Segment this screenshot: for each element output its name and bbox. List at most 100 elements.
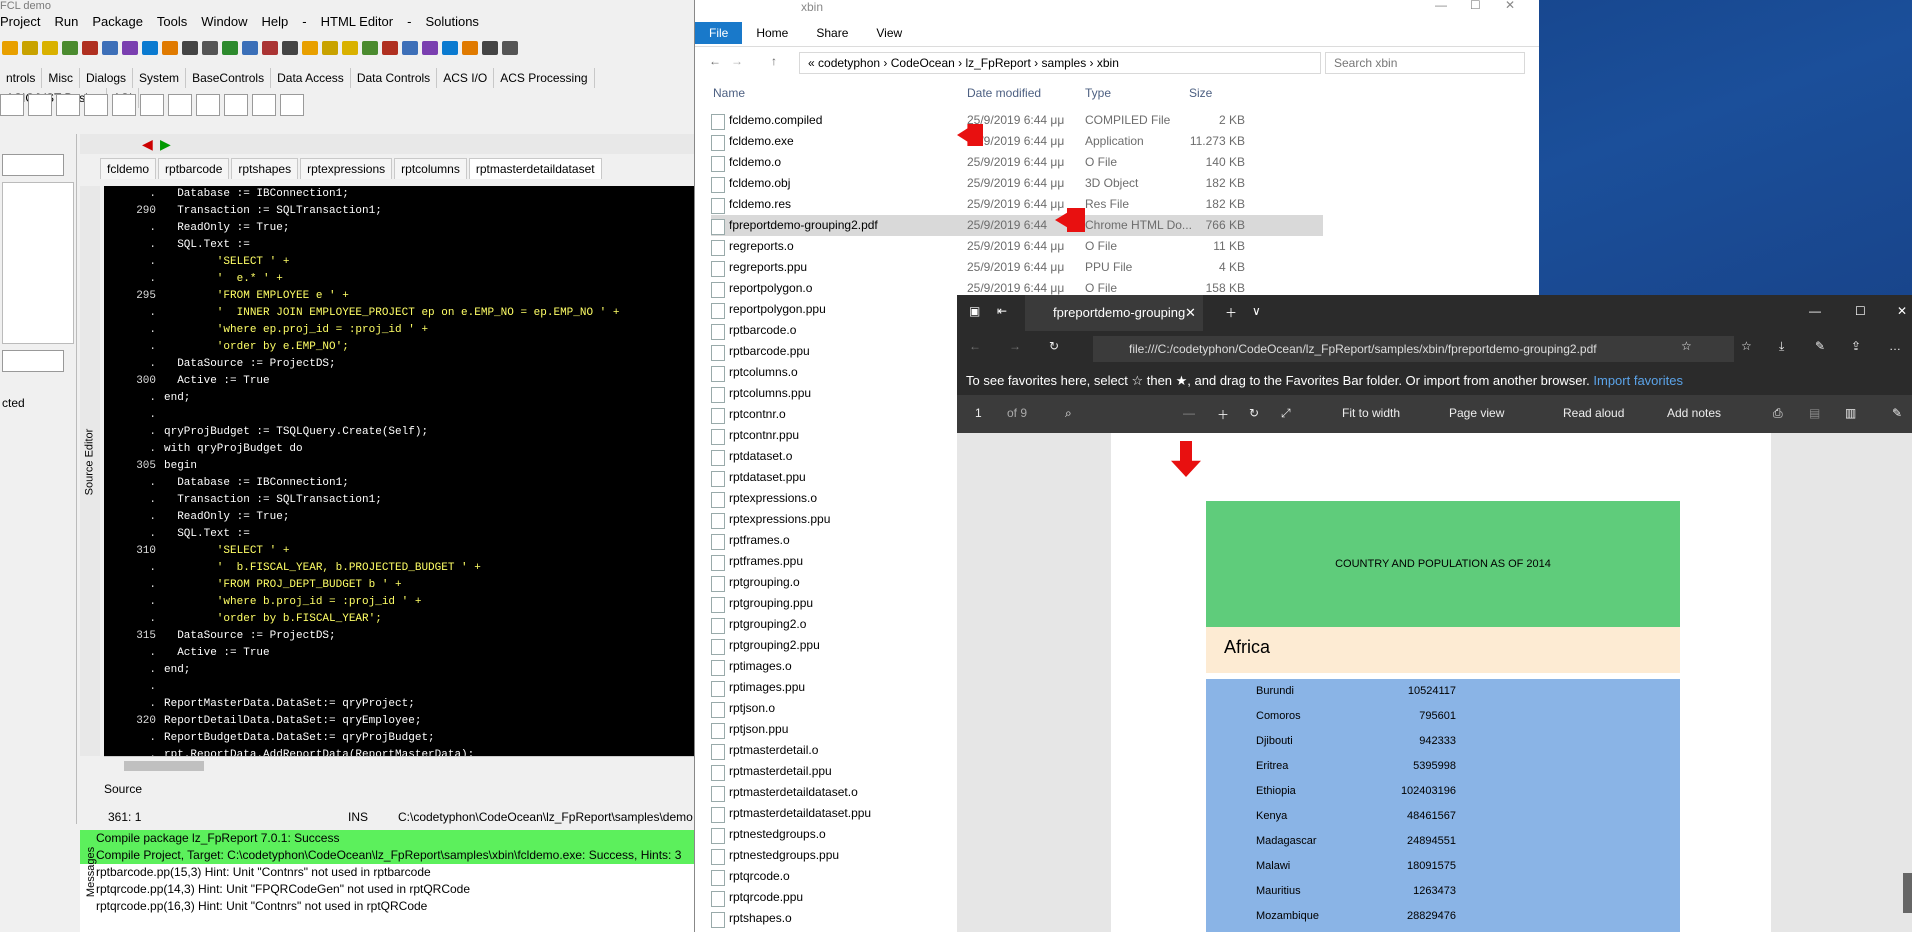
toolbar-icon[interactable] — [442, 41, 458, 55]
checkbox-component-icon[interactable] — [28, 94, 52, 116]
notes-pen-icon[interactable]: ✎ — [1815, 339, 1825, 353]
toolbar-icon[interactable] — [242, 41, 258, 55]
edge-maximize-icon[interactable]: ☐ — [1855, 304, 1866, 318]
menu-item[interactable]: Help — [262, 14, 289, 29]
edge-close-icon[interactable]: ✕ — [1897, 304, 1907, 318]
col-size[interactable]: Size — [1189, 86, 1212, 100]
toolbar-icon[interactable] — [142, 41, 158, 55]
pen-icon[interactable]: ✎ — [1892, 406, 1902, 420]
forward-arrow-icon[interactable]: ▶ — [160, 136, 171, 153]
memo-component-icon[interactable] — [140, 94, 164, 116]
toolbar-icon[interactable] — [502, 41, 518, 55]
source-editor-side-tab[interactable]: Source Editor — [80, 186, 100, 756]
list-component-icon[interactable] — [168, 94, 192, 116]
menu-item[interactable]: Solutions — [425, 14, 478, 29]
path-segment[interactable]: CodeOcean — [891, 56, 955, 70]
property-filter-input[interactable] — [2, 350, 64, 372]
url-bar[interactable]: file:///C:/codetyphon/CodeOcean/lz_FpRep… — [1093, 336, 1734, 362]
rotate-icon[interactable]: ↻ — [1249, 406, 1259, 420]
editor-tab[interactable]: fcldemo — [100, 158, 157, 179]
inspector-tab-label[interactable]: cted — [2, 396, 25, 410]
file-row[interactable]: fcldemo.obj 25/9/2019 6:44 μμ 3D Object 182… — [711, 173, 1323, 194]
col-type[interactable]: Type — [1085, 86, 1111, 100]
code-editor[interactable]: . 290.... 295.... 300.... 305.... 310.... 315.… — [104, 186, 694, 756]
toolbar-icon[interactable] — [182, 41, 198, 55]
message-line[interactable]: Compile package lz_FpReport 7.0.1: Succe… — [80, 830, 694, 847]
close-icon[interactable]: ✕ — [1505, 0, 1515, 12]
toolbar-icon[interactable] — [462, 41, 478, 55]
toolbar-icon[interactable] — [362, 41, 378, 55]
menu-item[interactable]: - — [407, 14, 411, 29]
col-date[interactable]: Date modified — [967, 86, 1041, 100]
file-row[interactable]: fcldemo.res 25/9/2019 6:44 μμ Res File 182 … — [711, 194, 1323, 215]
button-component-icon[interactable] — [0, 94, 24, 116]
toolbar-icon[interactable] — [82, 41, 98, 55]
listbox-component-icon[interactable] — [84, 94, 108, 116]
pdf-scrollbar-thumb[interactable] — [1903, 873, 1912, 913]
zoom-out-icon[interactable]: — — [1183, 406, 1195, 420]
palette-tab[interactable]: ACS Processing — [494, 68, 595, 88]
menu-item[interactable]: - — [302, 14, 306, 29]
new-tab-icon[interactable]: ＋ — [1225, 304, 1237, 321]
ribbon-tab[interactable]: File — [695, 22, 743, 44]
ribbon-tab[interactable]: Home — [742, 22, 802, 44]
editor-tab[interactable]: rptcolumns — [394, 158, 467, 179]
menu-item[interactable]: Project — [0, 14, 40, 29]
download-icon[interactable]: ⤓ — [1779, 339, 1784, 354]
col-name[interactable]: Name — [713, 86, 745, 100]
menu-item[interactable]: Package — [92, 14, 143, 29]
ribbon-tab[interactable]: View — [862, 22, 916, 44]
address-bar[interactable]: « codetyphon › CodeOcean › lz_FpReport ›… — [799, 52, 1321, 74]
read-aloud-button[interactable]: Read aloud — [1563, 406, 1624, 420]
message-line[interactable]: rptbarcode.pp(15,3) Hint: Unit "Contnrs"… — [80, 864, 694, 881]
editor-tab[interactable]: rptexpressions — [300, 158, 393, 179]
print-icon[interactable]: ⎙ — [1773, 406, 1783, 421]
favorite-star-icon[interactable]: ☆ — [1681, 339, 1692, 353]
palette-tab[interactable]: Misc — [42, 68, 81, 88]
forward-icon[interactable]: → — [731, 54, 743, 68]
toolbar-icon[interactable] — [102, 41, 118, 55]
toolbar-icon[interactable] — [482, 41, 498, 55]
component-tree[interactable] — [2, 182, 74, 344]
ribbon-tab[interactable]: Share — [802, 22, 862, 44]
file-row[interactable]: fcldemo.exe 25/9/2019 6:44 μμ Application 1… — [711, 131, 1323, 152]
message-line[interactable]: rptqrcode.pp(16,3) Hint: Unit "Contnrs" … — [80, 898, 694, 915]
palette-tab[interactable]: ACS I/O — [437, 68, 495, 88]
message-line[interactable]: rptqrcode.pp(14,3) Hint: Unit "FPQRCodeG… — [80, 881, 694, 898]
toolbar-icon[interactable] — [302, 41, 318, 55]
pdf-viewer[interactable]: COUNTRY AND POPULATION AS OF 2014 Africa… — [957, 433, 1912, 932]
dialog-component-icon[interactable] — [280, 94, 304, 116]
source-tab[interactable]: Source — [104, 782, 694, 802]
toolbar-icon[interactable] — [162, 41, 178, 55]
inspector-filter-input[interactable] — [2, 154, 64, 176]
path-segment[interactable]: samples — [1042, 56, 1087, 70]
fit-to-width-button[interactable]: Fit to width — [1342, 406, 1400, 420]
toolbar-icon[interactable] — [62, 41, 78, 55]
path-segment[interactable]: codetyphon — [818, 56, 880, 70]
menu-item[interactable]: Window — [201, 14, 247, 29]
up-icon[interactable]: ↑ — [771, 54, 777, 68]
favorites-hub-icon[interactable]: ☆ — [1741, 339, 1752, 353]
palette-tab[interactable]: BaseControls — [186, 68, 272, 88]
search-input[interactable]: Search xbin — [1325, 52, 1525, 74]
zoom-in-icon[interactable]: ＋ — [1217, 406, 1229, 423]
toolbar-icon[interactable] — [262, 41, 278, 55]
menu-item[interactable]: Run — [54, 14, 78, 29]
palette-tab[interactable]: System — [133, 68, 187, 88]
toolbar-icon[interactable] — [382, 41, 398, 55]
minimize-icon[interactable]: — — [1435, 0, 1447, 12]
page-number[interactable]: 1 — [975, 406, 982, 420]
file-row[interactable]: fcldemo.o 25/9/2019 6:44 μμ O File 140 KB — [711, 152, 1323, 173]
more-icon[interactable]: … — [1889, 339, 1901, 353]
palette-tab[interactable]: Data Controls — [351, 68, 438, 88]
palette-tab[interactable]: Data Access — [271, 68, 351, 88]
toolbar-icon[interactable] — [422, 41, 438, 55]
file-row[interactable]: fcldemo.compiled 25/9/2019 6:44 μμ COMPILE… — [711, 110, 1323, 131]
checklist-component-icon[interactable] — [196, 94, 220, 116]
set-tabs-aside-icon[interactable]: ⇤ — [997, 304, 1007, 318]
toolbar-icon[interactable] — [2, 41, 18, 55]
save-as-icon[interactable]: ▥ — [1845, 406, 1856, 420]
toolbar-icon[interactable] — [122, 41, 138, 55]
radio-component-icon[interactable] — [56, 94, 80, 116]
editor-tab[interactable]: rptshapes — [231, 158, 299, 179]
